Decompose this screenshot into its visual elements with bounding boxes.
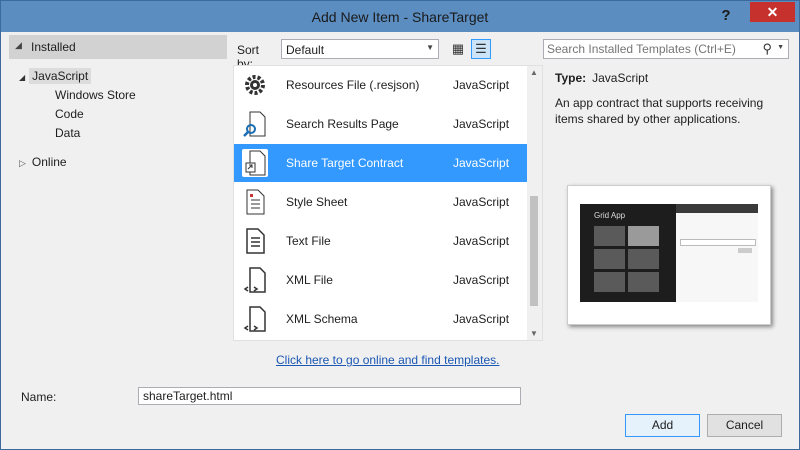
help-button[interactable]: ? <box>713 5 739 27</box>
search-icon[interactable]: ⚲ <box>762 41 772 57</box>
template-name: Search Results Page <box>286 117 399 131</box>
name-label: Name: <box>21 390 57 404</box>
template-language: JavaScript <box>453 234 510 248</box>
chevron-down-icon: ▼ <box>426 43 434 52</box>
tree-item-online[interactable]: ▷ Online <box>19 153 67 172</box>
list-view-icon[interactable]: ☰ <box>471 39 491 59</box>
preview-tile <box>594 272 625 292</box>
search-input[interactable] <box>547 41 757 57</box>
scroll-thumb[interactable] <box>530 196 538 306</box>
search-box[interactable]: ⚲ ▼ <box>543 39 789 59</box>
template-name: Share Target Contract <box>286 156 404 170</box>
template-language: JavaScript <box>453 273 510 287</box>
type-label: Type: <box>555 71 587 85</box>
share-target-icon <box>242 149 268 177</box>
gear-icon <box>245 75 265 95</box>
template-list: Resources File (.resjson) JavaScript Sea… <box>233 65 543 341</box>
template-preview: Grid App <box>567 185 771 325</box>
sort-dropdown[interactable]: Default ▼ <box>281 39 439 59</box>
type-line: Type: JavaScript <box>555 71 791 85</box>
category-panel: ◢ Installed ◢ JavaScript Windows Store Co… <box>9 33 231 373</box>
installed-label: Installed <box>31 40 76 54</box>
list-scrollbar[interactable]: ▲ ▼ <box>527 66 542 340</box>
tree-item-label: JavaScript <box>29 68 92 84</box>
collapse-arrow-icon[interactable]: ◢ <box>15 40 22 51</box>
template-language: JavaScript <box>453 78 510 92</box>
preview-image: Grid App <box>580 204 758 302</box>
search-page-icon <box>243 111 266 137</box>
template-name: Text File <box>286 234 331 248</box>
template-description: An app contract that supports receiving … <box>555 96 764 126</box>
chevron-down-icon[interactable]: ▼ <box>777 44 784 51</box>
tree-item-data[interactable]: Data <box>55 124 80 143</box>
preview-pane-header <box>676 204 758 213</box>
sort-value: Default <box>286 43 325 57</box>
preview-tile <box>594 226 625 246</box>
template-language: JavaScript <box>453 195 510 209</box>
name-field[interactable] <box>138 387 521 405</box>
template-language: JavaScript <box>453 312 510 326</box>
close-button[interactable]: ✕ <box>750 2 795 22</box>
collapsed-arrow-icon[interactable]: ▷ <box>19 158 26 168</box>
template-row[interactable]: Resources File (.resjson) JavaScript <box>234 66 527 104</box>
template-name: XML File <box>286 273 333 287</box>
text-file-icon <box>246 228 265 254</box>
template-language: JavaScript <box>453 117 510 131</box>
template-name: XML Schema <box>286 312 358 326</box>
preview-tile <box>628 272 659 292</box>
template-name: Resources File (.resjson) <box>286 78 420 92</box>
template-language: JavaScript <box>453 156 510 170</box>
preview-share-pane <box>676 204 758 302</box>
preview-tile <box>628 226 659 246</box>
template-name: Style Sheet <box>286 195 348 209</box>
template-row[interactable]: Text File JavaScript <box>234 222 527 260</box>
online-templates-link[interactable]: Click here to go online and find templat… <box>276 353 499 367</box>
template-row[interactable]: XML Schema JavaScript <box>234 300 527 338</box>
template-row[interactable]: XML File JavaScript <box>234 261 527 299</box>
preview-app-title: Grid App <box>594 211 626 220</box>
tree-item-windows-store[interactable]: Windows Store <box>55 86 136 105</box>
preview-tile <box>594 249 625 269</box>
grid-view-icon[interactable]: ▦ <box>449 40 467 58</box>
preview-tile <box>628 249 659 269</box>
template-row[interactable]: Style Sheet JavaScript <box>234 183 527 221</box>
title-bar: Add New Item - ShareTarget ? ✕ <box>1 1 799 32</box>
preview-pane-button <box>738 248 752 253</box>
type-value: JavaScript <box>592 71 649 85</box>
stylesheet-icon <box>246 189 265 215</box>
template-details: Type: JavaScript An app contract that sup… <box>555 71 791 127</box>
preview-pane-input <box>680 239 756 246</box>
xml-schema-icon <box>243 306 266 332</box>
scroll-down-icon[interactable]: ▼ <box>530 329 538 338</box>
window-title: Add New Item - ShareTarget <box>311 9 489 25</box>
add-button[interactable]: Add <box>625 414 700 437</box>
add-new-item-dialog: Add New Item - ShareTarget ? ✕ ◢ Install… <box>0 0 800 450</box>
template-row[interactable]: Search Results Page JavaScript <box>234 105 527 143</box>
installed-header[interactable]: ◢ Installed <box>9 35 227 59</box>
scroll-up-icon[interactable]: ▲ <box>530 68 538 77</box>
template-row[interactable]: Share Target Contract JavaScript <box>234 144 527 182</box>
expanded-arrow-icon[interactable]: ◢ <box>19 73 25 82</box>
cancel-button[interactable]: Cancel <box>707 414 782 437</box>
tree-item-code[interactable]: Code <box>55 105 84 124</box>
xml-file-icon <box>243 267 266 293</box>
tree-item-javascript[interactable]: ◢ JavaScript <box>19 67 92 86</box>
tree-item-label: Online <box>31 155 67 169</box>
